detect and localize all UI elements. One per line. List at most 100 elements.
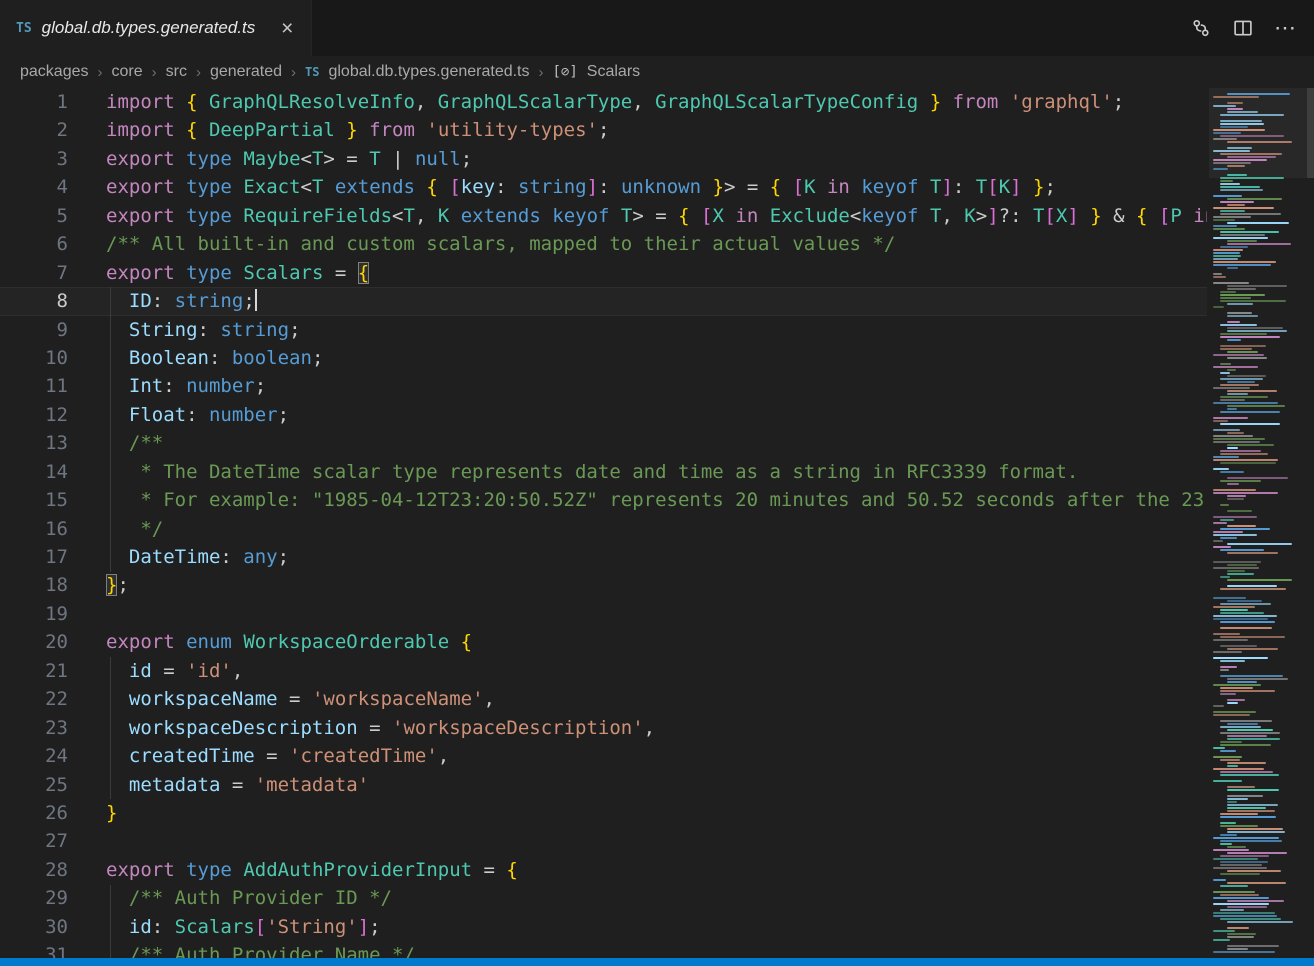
line-number[interactable]: 2 [0,116,68,144]
code-line-28[interactable]: 28export type AddAuthProviderInput = { [0,856,1207,884]
more-actions-icon[interactable]: ⋯ [1268,11,1302,45]
code-line-24[interactable]: 24 createdTime = 'createdTime', [0,742,1207,770]
line-number[interactable]: 23 [0,714,68,742]
line-number[interactable]: 17 [0,543,68,571]
minimap-line [1220,822,1236,824]
code-line-22[interactable]: 22 workspaceName = 'workspaceName', [0,685,1207,713]
code-line-4[interactable]: 4export type Exact<T extends { [key: str… [0,173,1207,201]
line-number[interactable]: 4 [0,173,68,201]
tab-global-db-types-generated[interactable]: TS global.db.types.generated.ts × [0,0,312,56]
line-number[interactable]: 20 [0,628,68,656]
line-number[interactable]: 7 [0,259,68,287]
breadcrumb-item-src[interactable]: src [166,63,187,81]
line-number[interactable]: 29 [0,884,68,912]
code-line-2[interactable]: 2import { DeepPartial } from 'utility-ty… [0,116,1207,144]
code-line-12[interactable]: 12 Float: number; [0,401,1207,429]
line-number[interactable]: 12 [0,401,68,429]
code-line-31[interactable]: 31 /** Auth Provider Name */ [0,941,1207,958]
minimap-line [1213,711,1256,713]
close-tab-icon[interactable]: × [275,16,299,40]
minimap-line [1220,423,1280,425]
scrollbar-thumb[interactable] [1307,88,1314,178]
line-number[interactable]: 22 [0,685,68,713]
code-line-7[interactable]: 7export type Scalars = { [0,259,1207,287]
code-line-16[interactable]: 16 */ [0,515,1207,543]
code-line-1[interactable]: 1import { GraphQLResolveInfo, GraphQLSca… [0,88,1207,116]
minimap[interactable] [1209,88,1307,958]
minimap-line [1227,303,1253,305]
minimap-line [1209,270,1307,272]
line-number[interactable]: 11 [0,372,68,400]
line-number[interactable]: 13 [0,429,68,457]
split-editor-icon[interactable] [1226,11,1260,45]
line-number[interactable]: 5 [0,202,68,230]
minimap-line [1227,267,1238,269]
line-number[interactable]: 25 [0,771,68,799]
code-line-8[interactable]: 8 ID: string; [0,287,1207,315]
minimap-line [1220,720,1272,722]
code-line-25[interactable]: 25 metadata = 'metadata' [0,771,1207,799]
tab-bar: TS global.db.types.generated.ts × [0,0,1314,56]
minimap-line [1209,624,1307,626]
line-number[interactable]: 14 [0,458,68,486]
breadcrumb-item-packages[interactable]: packages [20,63,89,81]
line-number[interactable]: 26 [0,799,68,827]
line-number[interactable]: 19 [0,600,68,628]
vertical-scrollbar[interactable] [1307,88,1314,958]
line-number[interactable]: 10 [0,344,68,372]
code-line-6[interactable]: 6 /** All built-in and custom scalars, ma… [0,230,1207,258]
line-number[interactable]: 18 [0,571,68,599]
code-line-13[interactable]: 13 /** [0,429,1207,457]
compare-changes-icon[interactable] [1184,11,1218,45]
minimap-line [1220,471,1244,473]
code-line-15[interactable]: 15 * For example: "1985-04-12T23:20:50.5… [0,486,1207,514]
line-number[interactable]: 30 [0,913,68,941]
code-line-21[interactable]: 21 id = 'id', [0,657,1207,685]
code-line-5[interactable]: 5export type RequireFields<T, K extends … [0,202,1207,230]
code-line-23[interactable]: 23 workspaceDescription = 'workspaceDesc… [0,714,1207,742]
code-text: * For example: "1985-04-12T23:20:50.52Z"… [106,486,1207,514]
line-number[interactable]: 3 [0,145,68,173]
line-number[interactable]: 8 [0,287,68,315]
breadcrumb-item-core[interactable]: core [112,63,143,81]
code-line-3[interactable]: 3export type Maybe<T> = T | null; [0,145,1207,173]
minimap-line [1220,363,1231,365]
breadcrumb-item-generated[interactable]: generated [210,63,282,81]
breadcrumb-item-file[interactable]: global.db.types.generated.ts [328,63,529,81]
code-lines[interactable]: 1import { GraphQLResolveInfo, GraphQLSca… [0,88,1207,958]
line-number[interactable]: 24 [0,742,68,770]
minimap-line [1227,870,1281,872]
minimap-line [1220,909,1244,911]
code-line-18[interactable]: 18}; [0,571,1207,599]
code-text: /** All built-in and custom scalars, map… [106,230,1207,258]
code-line-29[interactable]: 29 /** Auth Provider ID */ [0,884,1207,912]
line-number[interactable]: 16 [0,515,68,543]
code-line-19[interactable]: 19 [0,600,1207,628]
line-number[interactable]: 1 [0,88,68,116]
line-number[interactable]: 28 [0,856,68,884]
line-number[interactable]: 31 [0,941,68,958]
line-number[interactable]: 27 [0,827,68,855]
editor[interactable]: 1import { GraphQLResolveInfo, GraphQLSca… [0,88,1314,958]
minimap-line [1220,300,1286,302]
code-line-20[interactable]: 20export enum WorkspaceOrderable { [0,628,1207,656]
code-line-17[interactable]: 17 DateTime: any; [0,543,1207,571]
code-line-14[interactable]: 14 * The DateTime scalar type represents… [0,458,1207,486]
code-line-11[interactable]: 11 Int: number; [0,372,1207,400]
minimap-line [1220,411,1280,413]
minimap-line [1227,762,1266,764]
code-line-10[interactable]: 10 Boolean: boolean; [0,344,1207,372]
code-line-27[interactable]: 27 [0,827,1207,855]
line-number[interactable]: 21 [0,657,68,685]
code-line-9[interactable]: 9 String: string; [0,316,1207,344]
line-number[interactable]: 15 [0,486,68,514]
breadcrumb-item-symbol-scalars[interactable]: Scalars [587,63,640,81]
line-number[interactable]: 6 [0,230,68,258]
minimap-line [1213,468,1229,470]
code-line-26[interactable]: 26} [0,799,1207,827]
code-line-30[interactable]: 30 id: Scalars['String']; [0,913,1207,941]
line-number[interactable]: 9 [0,316,68,344]
code-text: String: string; [106,316,1207,344]
minimap-line [1213,195,1242,197]
minimap-line [1213,567,1259,569]
